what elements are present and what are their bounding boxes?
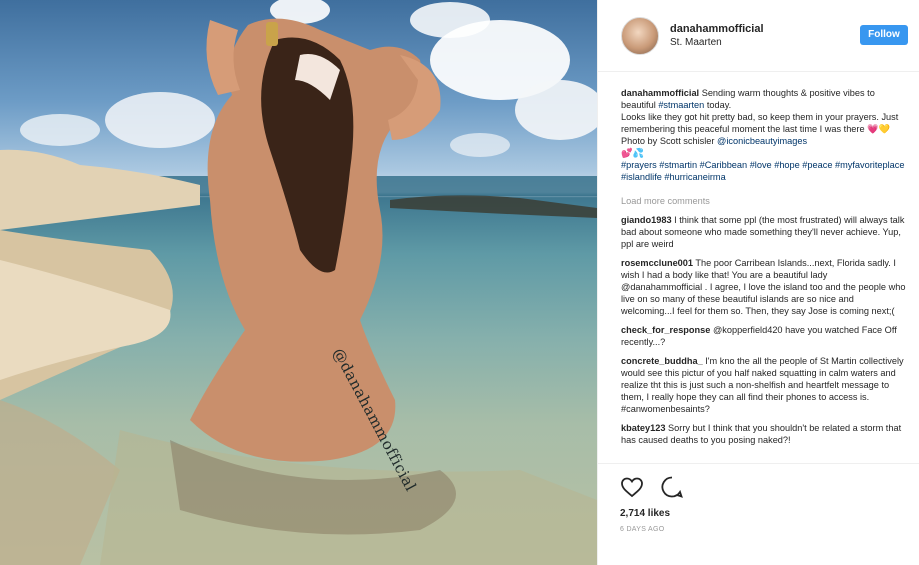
beach-scene [0,0,597,565]
comment-username[interactable]: check_for_response [621,325,710,335]
hashtag-link[interactable]: #stmaarten [658,100,704,110]
post-caption: danahammofficial Sending warm thoughts &… [621,87,909,183]
comment-username[interactable]: rosemcclune001 [621,258,693,268]
post-timestamp: 6 DAYS AGO [620,526,665,533]
comment-bubble-icon[interactable] [660,475,684,499]
post-photo[interactable]: @danahammofficial [0,0,597,565]
mention-link[interactable]: @iconicbeautyimages [717,136,807,146]
header-username[interactable]: danahammofficial [670,23,764,35]
comment-item: rosemcclune001 The poor Carribean Island… [621,257,909,317]
caption-text-1-end: today. [706,100,732,110]
caption-emoji: 💕💦 [621,148,644,158]
comment-item: giando1983 I think that some ppl (the mo… [621,214,909,250]
caption-photo-credit: Photo by Scott schisler [621,136,715,146]
comment-item: check_for_response @kopperfield420 have … [621,324,909,348]
comments-section: danahammofficial Sending warm thoughts &… [621,87,909,463]
caption-text-2: Looks like they got hit pretty bad, so k… [621,112,899,134]
comment-item: concrete_buddha_ I'm kno the all the peo… [621,355,909,415]
comment-username[interactable]: concrete_buddha_ [621,356,703,366]
caption-hashtags[interactable]: #prayers #stmartin #Caribbean #love #hop… [621,159,909,183]
avatar[interactable] [621,17,659,55]
header-location[interactable]: St. Maarten [670,37,722,48]
post-actions-bar: 2,714 likes 6 DAYS AGO [597,463,919,565]
load-more-comments-link[interactable]: Load more comments [621,195,909,207]
comment-item: kbatey123 Sorry but I think that you sho… [621,422,909,446]
likes-count[interactable]: 2,714 likes [620,508,670,519]
caption-username[interactable]: danahammofficial [621,88,699,98]
heart-icon[interactable] [620,475,644,499]
comment-username[interactable]: kbatey123 [621,423,665,433]
post-header: danahammofficial St. Maarten Follow [598,0,919,72]
follow-button[interactable]: Follow [860,25,908,45]
comment-username[interactable]: giando1983 [621,215,672,225]
